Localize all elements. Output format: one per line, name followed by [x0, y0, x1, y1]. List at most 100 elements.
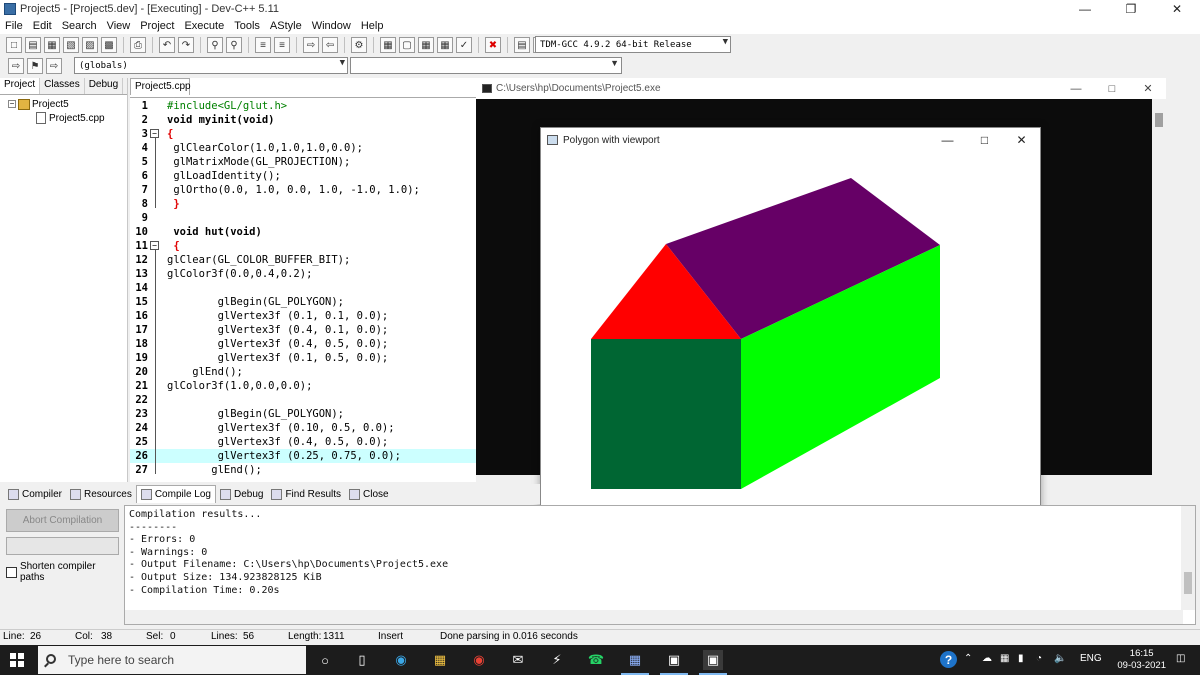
code-line[interactable]: 11− { — [130, 239, 476, 253]
help-icon[interactable]: ? — [940, 651, 957, 668]
mail-icon[interactable]: ✉ — [508, 650, 528, 670]
console-maximize-button[interactable]: □ — [1094, 78, 1130, 99]
undo-icon[interactable]: ↶ — [159, 37, 175, 53]
open-file-icon[interactable]: ▤ — [25, 37, 41, 53]
menu-tools[interactable]: Tools — [229, 20, 265, 32]
console-scrollbar[interactable] — [1152, 99, 1166, 475]
onedrive-icon[interactable]: ☁ — [982, 653, 992, 664]
compile-icon[interactable]: ▦ — [380, 37, 396, 53]
file-explorer-icon[interactable]: ▦ — [430, 650, 450, 670]
chrome-icon[interactable]: ◉ — [469, 650, 489, 670]
code-line[interactable]: 19 glVertex3f (0.1, 0.5, 0.0); — [130, 351, 476, 365]
compile-run-icon[interactable]: ▦ — [418, 37, 434, 53]
code-line[interactable]: 9 — [130, 211, 476, 225]
console-close-button[interactable]: ✕ — [1130, 78, 1166, 99]
tab-compile-log[interactable]: Compile Log — [135, 485, 216, 503]
log-vertical-scrollbar[interactable] — [1181, 506, 1195, 610]
volume-icon[interactable]: 🔈 — [1054, 653, 1066, 664]
code-line[interactable]: 25 glVertex3f (0.4, 0.5, 0.0); — [130, 435, 476, 449]
devcpp-taskbar-icon[interactable]: ▦ — [625, 650, 645, 670]
whatsapp-icon[interactable]: ☎ — [586, 650, 606, 670]
log-horizontal-scrollbar[interactable] — [125, 610, 1183, 624]
code-line[interactable]: 20 glEnd(); — [130, 365, 476, 379]
menu-search[interactable]: Search — [57, 20, 102, 32]
code-line[interactable]: 4 glClearColor(1.0,1.0,1.0,0.0); — [130, 141, 476, 155]
code-line[interactable]: 6 glLoadIdentity(); — [130, 169, 476, 183]
editor-tab-project5[interactable]: Project5.cpp — [130, 78, 191, 95]
save-icon[interactable]: ▦ — [44, 37, 60, 53]
winamp-icon[interactable]: ⚡ — [547, 650, 567, 670]
menu-project[interactable]: Project — [135, 20, 179, 32]
indent-icon[interactable]: ≡ — [255, 37, 271, 53]
fold-toggle-icon[interactable]: − — [150, 241, 159, 250]
run-icon[interactable]: ▢ — [399, 37, 415, 53]
code-area[interactable]: 1 #include<GL/glut.h> 2 void myinit(void) 3−… — [130, 97, 476, 482]
unindent-icon[interactable]: ≡ — [274, 37, 290, 53]
cortana-icon[interactable]: ○ — [315, 650, 335, 670]
shorten-paths-checkbox[interactable] — [6, 566, 17, 578]
tree-file-node[interactable]: Project5.cpp — [0, 111, 127, 125]
code-line[interactable]: 21 glColor3f(1.0,0.0,0.0); — [130, 379, 476, 393]
code-line[interactable]: 22 — [130, 393, 476, 407]
tab-close[interactable]: Close — [345, 485, 393, 503]
menu-file[interactable]: File — [0, 20, 28, 32]
code-line[interactable]: 1 #include<GL/glut.h> — [130, 99, 476, 113]
tree-project-node[interactable]: − Project5 — [0, 97, 127, 111]
add-to-project-icon[interactable]: ⇨ — [303, 37, 319, 53]
network-icon[interactable]: ▦ — [1000, 653, 1009, 664]
code-line[interactable]: 18 glVertex3f (0.4, 0.5, 0.0); — [130, 337, 476, 351]
code-line[interactable]: 17 glVertex3f (0.4, 0.1, 0.0); — [130, 323, 476, 337]
maximize-button[interactable]: ❐ — [1108, 0, 1154, 18]
code-line[interactable]: 26 glVertex3f (0.25, 0.75, 0.0); — [130, 449, 476, 463]
task-view-icon[interactable]: ▯ — [352, 650, 372, 670]
new-file-icon[interactable]: □ — [6, 37, 22, 53]
edge-browser-icon[interactable]: ◉ — [391, 650, 411, 670]
tab-compiler[interactable]: Compiler — [4, 485, 66, 503]
globals-select[interactable]: (globals) ▼ — [74, 57, 348, 74]
code-line[interactable]: 2 void myinit(void) — [130, 113, 476, 127]
chevron-up-icon[interactable]: ⌃ — [964, 653, 972, 664]
clock[interactable]: 16:15 09-03-2021 — [1117, 648, 1166, 672]
abort-compilation-button[interactable]: Abort Compilation — [6, 509, 119, 532]
find-icon[interactable]: ⚲ — [207, 37, 223, 53]
console-scroll-thumb[interactable] — [1155, 113, 1163, 127]
rebuild-all-icon[interactable]: ▦ — [437, 37, 453, 53]
code-line[interactable]: 12 glClear(GL_COLOR_BUFFER_BIT); — [130, 253, 476, 267]
menu-view[interactable]: View — [102, 20, 136, 32]
notifications-icon[interactable]: ◫ — [1176, 653, 1185, 664]
goto-bookmark-icon[interactable]: ⇨ — [46, 58, 62, 74]
code-line[interactable]: 24 glVertex3f (0.10, 0.5, 0.0); — [130, 421, 476, 435]
console-minimize-button[interactable]: — — [1058, 78, 1094, 99]
code-line[interactable]: 8 } — [130, 197, 476, 211]
toggle-bookmark-icon[interactable]: ⚑ — [27, 58, 43, 74]
gl-window-taskbar-icon[interactable]: ▣ — [703, 650, 723, 670]
profile-icon[interactable]: ▤ — [514, 37, 530, 53]
save-all-icon[interactable]: ▧ — [63, 37, 79, 53]
menu-window[interactable]: Window — [307, 20, 356, 32]
tab-resources[interactable]: Resources — [66, 485, 136, 503]
insert-icon[interactable]: ⇨ — [8, 58, 24, 74]
print-icon[interactable]: ⎙ — [130, 37, 146, 53]
code-line[interactable]: 5 glMatrixMode(GL_PROJECTION); — [130, 155, 476, 169]
members-select[interactable]: ▼ — [350, 57, 622, 74]
gl-close-button[interactable]: ✕ — [1003, 128, 1040, 152]
tab-classes[interactable]: Classes — [40, 78, 85, 94]
tab-project[interactable]: Project — [0, 78, 41, 94]
code-line[interactable]: 3−{ — [130, 127, 476, 141]
code-line[interactable]: 7 glOrtho(0.0, 1.0, 0.0, 1.0, -1.0, 1.0)… — [130, 183, 476, 197]
stop-execution-icon[interactable]: ✖ — [485, 37, 501, 53]
remove-from-project-icon[interactable]: ⇦ — [322, 37, 338, 53]
code-line[interactable]: 10 void hut(void) — [130, 225, 476, 239]
menu-help[interactable]: Help — [356, 20, 389, 32]
windows-start-icon[interactable] — [10, 653, 24, 667]
menu-execute[interactable]: Execute — [179, 20, 229, 32]
tab-debug-bottom[interactable]: Debug — [216, 485, 267, 503]
gl-minimize-button[interactable]: — — [929, 128, 966, 152]
code-editor[interactable]: Project5.cpp 1 #include<GL/glut.h> 2 void m… — [130, 78, 476, 482]
close-button[interactable]: ✕ — [1154, 0, 1200, 18]
code-line[interactable]: 13 glColor3f(0.0,0.4,0.2); — [130, 267, 476, 281]
collapse-icon[interactable]: − — [8, 100, 16, 108]
minimize-button[interactable]: — — [1062, 0, 1108, 18]
gl-maximize-button[interactable]: □ — [966, 128, 1003, 152]
shorten-paths-option[interactable]: Shorten compiler paths — [6, 561, 122, 583]
